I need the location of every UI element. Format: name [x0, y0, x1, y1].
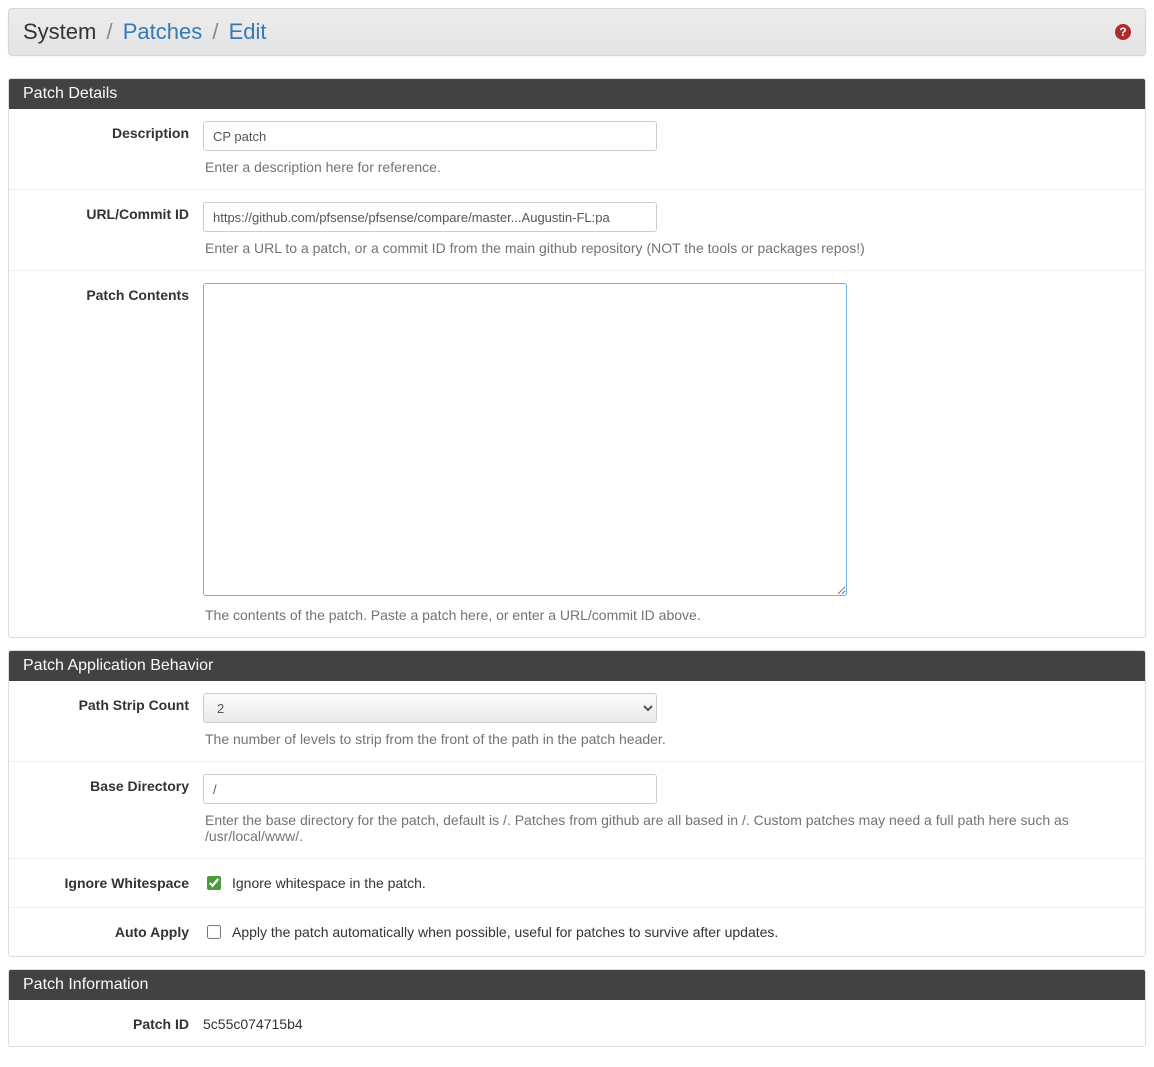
panel-patch-details: Patch Details Description Enter a descri… [8, 78, 1146, 638]
help-base-directory: Enter the base directory for the patch, … [205, 812, 1131, 844]
row-description: Description Enter a description here for… [9, 109, 1145, 189]
input-base-directory[interactable] [203, 774, 657, 804]
panel-patch-behavior: Patch Application Behavior Path Strip Co… [8, 650, 1146, 957]
value-patch-id: 5c55c074715b4 [203, 1012, 1131, 1032]
row-url-commit: URL/Commit ID Enter a URL to a patch, or… [9, 189, 1145, 270]
row-patch-id: Patch ID 5c55c074715b4 [9, 1000, 1145, 1046]
breadcrumb-edit-link[interactable]: Edit [229, 19, 267, 44]
breadcrumb-sep: / [212, 19, 218, 44]
help-icon[interactable]: ? [1115, 24, 1131, 40]
breadcrumb-sep: / [106, 19, 112, 44]
panel-patch-information: Patch Information Patch ID 5c55c074715b4 [8, 969, 1146, 1047]
label-description: Description [23, 121, 203, 175]
breadcrumb-patches-link[interactable]: Patches [123, 19, 203, 44]
panel-heading: Patch Details [9, 79, 1145, 109]
help-strip-count: The number of levels to strip from the f… [205, 731, 1131, 747]
label-base-directory: Base Directory [23, 774, 203, 844]
breadcrumb: System / Patches / Edit [23, 19, 267, 45]
page-header: System / Patches / Edit ? [8, 8, 1146, 56]
help-patch-contents: The contents of the patch. Paste a patch… [205, 607, 1131, 623]
label-patch-id: Patch ID [23, 1012, 203, 1032]
label-auto-apply: Auto Apply [23, 920, 203, 942]
checkbox-ignore-whitespace[interactable] [207, 876, 221, 890]
help-description: Enter a description here for reference. [205, 159, 1131, 175]
row-ignore-whitespace: Ignore Whitespace Ignore whitespace in t… [9, 858, 1145, 907]
help-url-commit: Enter a URL to a patch, or a commit ID f… [205, 240, 1131, 256]
input-url-commit[interactable] [203, 202, 657, 232]
label-patch-contents: Patch Contents [23, 283, 203, 623]
panel-heading: Patch Application Behavior [9, 651, 1145, 681]
input-description[interactable] [203, 121, 657, 151]
row-auto-apply: Auto Apply Apply the patch automatically… [9, 907, 1145, 956]
row-strip-count: Path Strip Count 2 The number of levels … [9, 681, 1145, 761]
row-patch-contents: Patch Contents The contents of the patch… [9, 270, 1145, 637]
row-base-directory: Base Directory Enter the base directory … [9, 761, 1145, 858]
checkbox-auto-apply[interactable] [207, 925, 221, 939]
breadcrumb-root: System [23, 19, 96, 44]
label-strip-count: Path Strip Count [23, 693, 203, 747]
text-ignore-whitespace: Ignore whitespace in the patch. [232, 875, 426, 891]
text-auto-apply: Apply the patch automatically when possi… [232, 924, 778, 940]
label-url-commit: URL/Commit ID [23, 202, 203, 256]
select-strip-count[interactable]: 2 [203, 693, 657, 723]
panel-heading: Patch Information [9, 970, 1145, 1000]
textarea-patch-contents[interactable] [203, 283, 847, 596]
label-ignore-whitespace: Ignore Whitespace [23, 871, 203, 893]
